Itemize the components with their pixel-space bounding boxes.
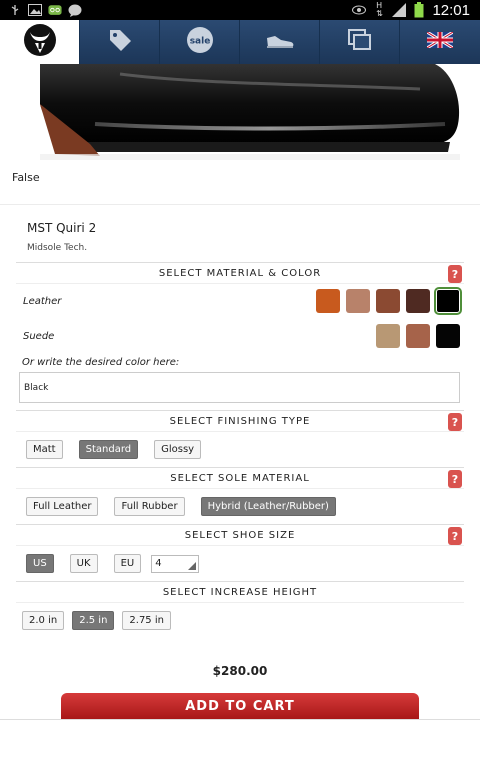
size-uk-button[interactable]: UK [69,554,98,573]
leather-color-swatch[interactable] [434,287,462,315]
sole-full-leather-button[interactable]: Full Leather [26,497,99,516]
nav-tags[interactable] [80,20,160,64]
section-height: SELECT INCREASE HEIGHT [16,581,464,603]
section-title: SELECT INCREASE HEIGHT [162,586,318,598]
size-options: US UK EU 4 [16,546,464,581]
uk-flag-icon [426,30,454,52]
section-title: SELECT FINISHING TYPE [169,415,311,427]
section-title: SELECT SHOE SIZE [184,529,296,541]
voicemail-icon [48,4,62,16]
shoe-icon [265,30,295,54]
finish-standard-button[interactable]: Standard [78,440,139,459]
divider [0,719,480,720]
sale-icon-text: sale [189,37,210,47]
section-finishing: SELECT FINISHING TYPE ? [16,410,464,432]
finish-matt-button[interactable]: Matt [26,440,63,459]
leather-color-swatch[interactable] [376,289,400,313]
section-size: SELECT SHOE SIZE ? [16,524,464,546]
tag-icon [107,27,133,57]
section-title: SELECT SOLE MATERIAL [170,472,310,484]
battery-icon [412,2,426,18]
finish-glossy-button[interactable]: Glossy [154,440,202,459]
product-image [0,64,480,164]
hspa-icon: H ⇅ [376,1,383,18]
leather-swatches [316,287,462,315]
sole-hybrid-button[interactable]: Hybrid (Leather/Rubber) [200,497,336,516]
suede-swatches [376,324,460,348]
nav-home-logo[interactable] [0,20,80,64]
product-subtitle: Midsole Tech. [27,243,88,253]
suede-color-swatch[interactable] [436,324,460,348]
custom-color-label: Or write the desired color here: [22,357,180,368]
height-2-0-button[interactable]: 2.0 in [22,611,65,630]
height-2-5-button[interactable]: 2.5 in [72,611,115,630]
section-sole: SELECT SOLE MATERIAL ? [16,467,464,489]
logo-icon [23,23,57,61]
leather-color-swatch[interactable] [406,289,430,313]
size-select[interactable]: 4 [151,554,200,573]
eye-icon [352,4,367,16]
leather-color-swatch[interactable] [346,289,370,313]
sole-full-rubber-button[interactable]: Full Rubber [114,497,185,516]
product-name: MST Quiri 2 [27,221,97,235]
suede-label: Suede [23,331,55,342]
leather-color-swatch[interactable] [316,289,340,313]
signal-icon [392,3,407,17]
sole-options: Full Leather Full Rubber Hybrid (Leather… [16,489,464,524]
help-sole-button[interactable]: ? [448,470,462,488]
size-select-value: 4 [155,558,162,569]
custom-color-input[interactable] [19,372,460,403]
status-bar: H ⇅ 12:01 [0,0,480,20]
help-finishing-button[interactable]: ? [448,413,462,431]
clock: 12:01 [432,1,470,19]
gallery-icon [347,29,372,55]
nav-sale[interactable]: sale [160,20,240,64]
section-material-color: SELECT MATERIAL & COLOR ? [16,262,464,284]
dropdown-arrow-icon [188,561,197,570]
help-size-button[interactable]: ? [448,527,462,545]
size-us-button[interactable]: US [26,554,54,573]
suede-color-swatch[interactable] [376,324,400,348]
add-to-cart-button[interactable]: ADD TO CART [61,693,419,719]
sale-icon: sale [186,26,214,58]
suede-color-swatch[interactable] [406,324,430,348]
nav-shoes[interactable] [240,20,320,64]
image-caption: False [12,171,40,184]
section-title: SELECT MATERIAL & COLOR [158,267,322,279]
height-options: 2.0 in 2.5 in 2.75 in [16,603,464,638]
nav-language[interactable] [400,20,480,64]
finishing-options: Matt Standard Glossy [16,432,464,467]
leather-label: Leather [23,296,62,307]
usb-icon [8,4,22,16]
suede-row: Suede [16,319,464,354]
gallery-icon [28,4,42,16]
top-nav: sale [0,20,480,64]
size-eu-button[interactable]: EU [113,554,142,573]
chat-icon [68,4,82,17]
divider [0,204,480,205]
customization-panel: SELECT MATERIAL & COLOR ? Leather Suede … [16,262,464,638]
nav-gallery[interactable] [320,20,400,64]
price: $280.00 [212,664,268,678]
help-material-button[interactable]: ? [448,265,462,283]
height-2-75-button[interactable]: 2.75 in [122,611,171,630]
leather-row: Leather [16,284,464,319]
